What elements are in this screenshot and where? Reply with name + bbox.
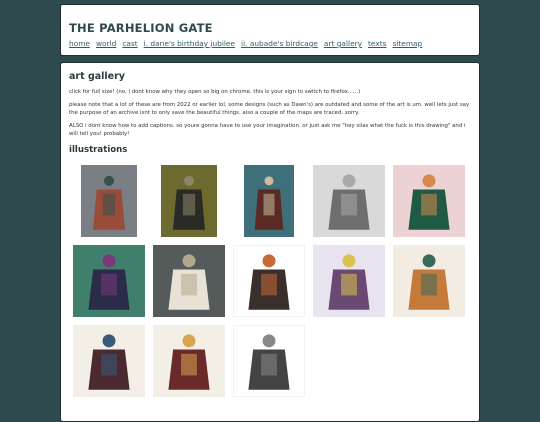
gallery-thumbnail[interactable]: [313, 245, 385, 317]
artwork-image: [393, 245, 465, 317]
gallery-thumbnail[interactable]: [244, 165, 294, 237]
nav-texts[interactable]: texts: [368, 39, 386, 48]
artwork-image: [233, 325, 305, 397]
nav-aubade-birdcage[interactable]: ii. aubade's birdcage: [241, 39, 318, 48]
main-panel: art gallery click for full size! (no, i …: [60, 62, 480, 422]
section-title: illustrations: [69, 144, 128, 155]
nav-sitemap[interactable]: sitemap: [392, 39, 422, 48]
gallery-thumbnail[interactable]: [393, 245, 465, 317]
artwork-image: [73, 325, 145, 397]
nav-home[interactable]: home: [69, 39, 90, 48]
site-title: THE PARHELION GATE: [69, 21, 213, 35]
gallery-thumbnail[interactable]: [233, 325, 305, 397]
note-paragraph: please note that a lot of these are from…: [69, 101, 470, 117]
gallery-thumbnail[interactable]: [233, 245, 305, 317]
gallery-thumbnail[interactable]: [153, 325, 225, 397]
captions-paragraph: ALSO i dont know how to add captions. so…: [69, 122, 466, 138]
gallery-thumbnail[interactable]: [73, 325, 145, 397]
artwork-image: [153, 245, 225, 317]
artwork-image: [393, 165, 465, 237]
artwork-image: [153, 325, 225, 397]
artwork-image: [73, 245, 145, 317]
gallery-thumbnail[interactable]: [161, 165, 217, 237]
intro-paragraph: click for full size! (no, i dont know wh…: [69, 89, 361, 95]
artwork-image: [313, 245, 385, 317]
nav-art-gallery[interactable]: art gallery: [324, 39, 362, 48]
gallery-thumbnail[interactable]: [73, 245, 145, 317]
nav-dane-birthday-jubilee[interactable]: i. dane's birthday jubilee: [144, 39, 235, 48]
gallery-thumbnail[interactable]: [313, 165, 385, 237]
nav-world[interactable]: world: [96, 39, 116, 48]
artwork-image: [233, 245, 305, 317]
artwork-image: [244, 165, 294, 237]
artwork-image: [161, 165, 217, 237]
gallery-thumbnail[interactable]: [153, 245, 225, 317]
artwork-image: [313, 165, 385, 237]
page-title: art gallery: [69, 71, 125, 82]
gallery-thumbnail[interactable]: [81, 165, 137, 237]
gallery-thumbnail[interactable]: [393, 165, 465, 237]
header-panel: THE PARHELION GATE home world cast i. dane'…: [60, 4, 480, 56]
artwork-image: [81, 165, 137, 237]
nav-cast[interactable]: cast: [122, 39, 137, 48]
nav-bar: home world cast i. dane's birthday jubilee i…: [69, 39, 479, 48]
